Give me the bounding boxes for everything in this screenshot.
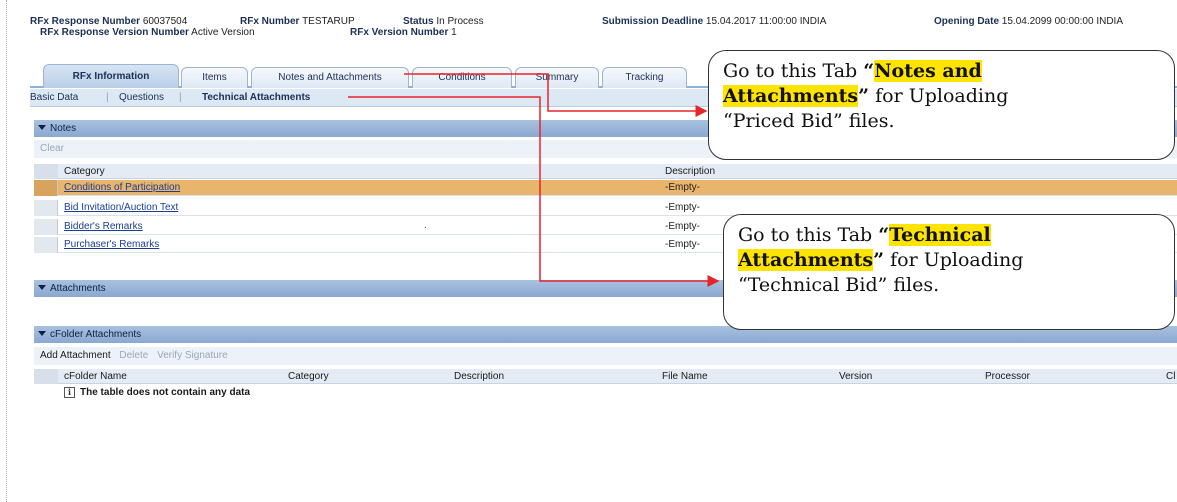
callout-quote-open: “	[878, 224, 890, 246]
rfx-version-label: RFx Version Number	[350, 27, 449, 38]
attachments-title: Attachments	[50, 283, 106, 294]
empty-table-message: i The table does not contain any data	[34, 386, 1177, 400]
col-description: Description	[454, 371, 505, 382]
callout-text: for Uploading	[884, 249, 1024, 271]
description-cell: -Empty-	[665, 182, 700, 193]
cfolder-toolbar: Add Attachment Delete Verify Signature	[34, 347, 1177, 365]
clear-button[interactable]: Clear	[40, 143, 64, 154]
col-version: Version	[839, 371, 873, 382]
tab-items[interactable]: Items	[181, 67, 248, 88]
tab-conditions[interactable]: Conditions	[412, 67, 512, 88]
row-selector[interactable]	[34, 180, 58, 196]
left-margin-rule	[6, 0, 7, 502]
category-link[interactable]: Conditions of Participation	[64, 182, 180, 193]
rfx-header: RFx Response Number 60037504 RFx Number …	[30, 16, 1177, 48]
opening-date-value: 15.04.2099 00:00:00 INDIA	[1001, 16, 1123, 27]
collapse-triangle-icon	[38, 125, 46, 130]
row-selector[interactable]	[34, 200, 58, 216]
subnav-questions[interactable]: Questions	[119, 92, 164, 103]
deadline-value: 15.04.2017 11:00:00 INDIA	[705, 16, 827, 27]
description-cell: -Empty-	[665, 239, 700, 250]
col-category: Category	[64, 166, 105, 177]
col-cfolder-name: cFolder Name	[64, 371, 127, 382]
response-number-label: RFx Response Number	[30, 16, 141, 27]
callout-text: Go to this Tab	[738, 224, 879, 246]
select-all-cell[interactable]	[34, 369, 58, 384]
col-description: Description	[665, 166, 716, 177]
cfolder-table-header: cFolder Name Category Description File N…	[34, 369, 1177, 384]
verify-signature-button[interactable]: Verify Signature	[157, 350, 228, 361]
callout-technical-attachments: Go to this Tab “Technical Attachments” f…	[723, 214, 1175, 330]
callout-highlight: Attachments	[738, 249, 874, 271]
status-value: In Process	[436, 16, 484, 27]
deadline-label: Submission Deadline	[602, 16, 704, 27]
category-link[interactable]: Purchaser's Remarks	[64, 239, 159, 250]
col-cl: Cl	[1166, 371, 1176, 382]
rfx-version: 1	[451, 27, 457, 38]
callout-quote-close: ”	[873, 249, 885, 271]
col-processor: Processor	[985, 371, 1031, 382]
cfolder-title: cFolder Attachments	[50, 329, 142, 340]
subnav-separator: |	[179, 92, 182, 103]
category-link[interactable]: Bid Invitation/Auction Text	[64, 202, 178, 213]
select-all-cell[interactable]	[34, 164, 58, 179]
response-version-label: RFx Response Version Number	[40, 27, 189, 38]
tab-summary[interactable]: Summary	[515, 67, 599, 88]
status-label: Status	[403, 16, 434, 27]
table-row[interactable]: Conditions of Participation -Empty-	[34, 180, 1177, 196]
callout-text: “Technical Bid” files.	[738, 274, 940, 296]
empty-text: The table does not contain any data	[80, 387, 251, 398]
collapse-triangle-icon	[38, 331, 46, 336]
opening-date-label: Opening Date	[934, 16, 1000, 27]
notes-title: Notes	[50, 123, 77, 134]
subnav-separator: |	[106, 92, 109, 103]
callout-text: for Uploading	[869, 85, 1009, 107]
tab-notes-and-attachments[interactable]: Notes and Attachments	[251, 67, 409, 88]
description-cell: -Empty-	[665, 221, 700, 232]
callout-highlight: Attachments	[723, 85, 859, 107]
subnav-basic-data[interactable]: Basic Data	[30, 92, 78, 103]
rfx-number: TESTARUP	[302, 16, 355, 27]
callout-text: “Priced Bid” files.	[723, 110, 895, 132]
notes-table-header: Category Description	[34, 164, 1177, 179]
callout-quote-open: “	[863, 60, 875, 82]
tab-tracking[interactable]: Tracking	[602, 67, 687, 88]
add-attachment-button[interactable]: Add Attachment	[40, 350, 111, 361]
response-version: Active Version	[191, 27, 255, 38]
subnav-technical-attachments[interactable]: Technical Attachments	[202, 92, 310, 103]
callout-highlight: Technical	[889, 224, 991, 246]
callout-notes-attachments: Go to this Tab “Notes and Attachments” f…	[708, 50, 1175, 160]
col-category: Category	[288, 371, 329, 382]
description-cell: -Empty-	[665, 202, 700, 213]
response-number: 60037504	[142, 16, 188, 27]
callout-quote-close: ”	[858, 85, 870, 107]
row-selector[interactable]	[34, 237, 58, 253]
collapse-triangle-icon	[38, 285, 46, 290]
callout-highlight: Notes and	[874, 60, 982, 82]
col-file-name: File Name	[662, 371, 708, 382]
stray-dot: .	[424, 220, 427, 231]
tab-rfx-information[interactable]: RFx Information	[43, 64, 179, 88]
rfx-number-label: RFx Number	[240, 16, 300, 27]
info-icon: i	[64, 387, 75, 398]
row-selector[interactable]	[34, 219, 58, 235]
callout-text: Go to this Tab	[723, 60, 864, 82]
delete-button[interactable]: Delete	[119, 350, 148, 361]
category-link[interactable]: Bidder's Remarks	[64, 221, 143, 232]
